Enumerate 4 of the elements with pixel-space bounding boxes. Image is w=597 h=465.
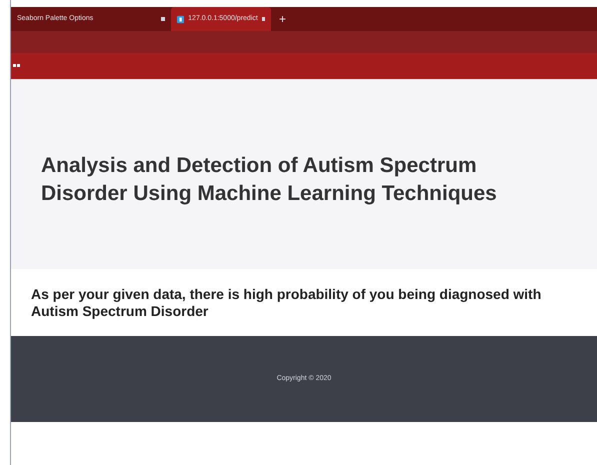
new-tab-button[interactable]: + (271, 7, 294, 31)
page-title: Analysis and Detection of Autism Spectrum Disorder Using Machine Learning Techniques (41, 152, 498, 206)
favicon-icon (177, 14, 184, 24)
result-message: As per your given data, there is high probability of you being diagnosed with Autism Spectrum Disorder (31, 286, 542, 320)
